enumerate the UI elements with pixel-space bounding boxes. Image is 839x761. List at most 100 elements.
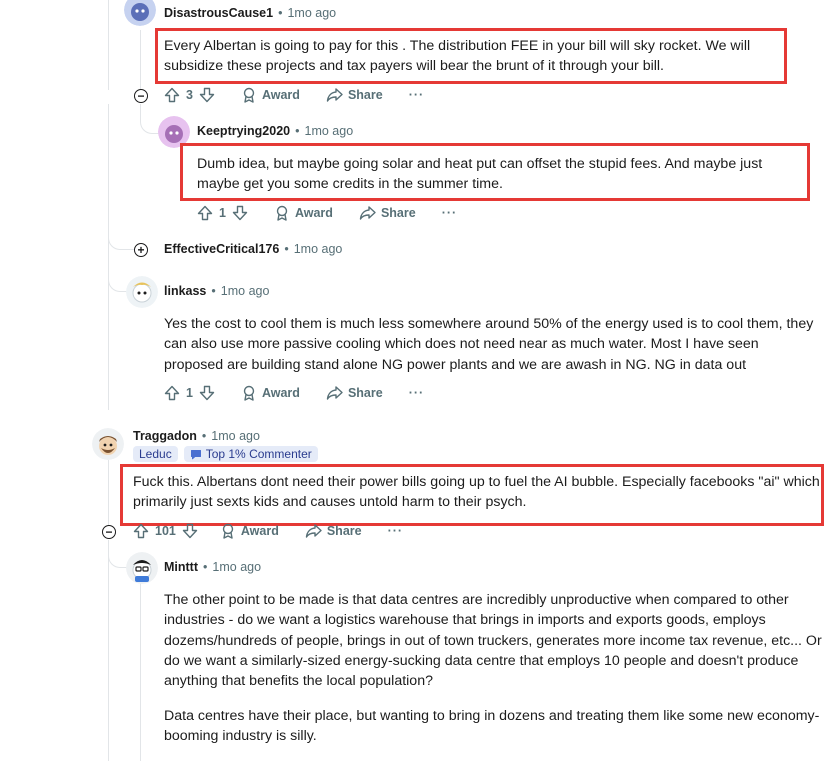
separator-dot: •: [203, 560, 208, 574]
separator-dot: •: [201, 429, 207, 443]
chat-bubble-icon: [190, 449, 201, 459]
comment-body: Yes the cost to cool them is much less s…: [164, 316, 814, 373]
vote-group: 1: [164, 385, 215, 401]
share-label: Share: [380, 206, 416, 220]
award-button[interactable]: Award: [220, 523, 279, 539]
thread-line: [108, 460, 109, 530]
more-options-button[interactable]: ···: [388, 524, 404, 538]
comment-meta: DisastrousCause1 • 1mo ago: [164, 6, 336, 20]
downvote-icon[interactable]: [232, 205, 248, 221]
award-icon: [243, 87, 255, 103]
flair-location: Leduc: [133, 446, 178, 462]
award-icon: [222, 523, 234, 539]
separator-dot: •: [284, 242, 289, 256]
collapse-thread-button[interactable]: −: [102, 525, 116, 539]
minus-icon: −: [105, 525, 113, 539]
snoo-avatar-icon: [126, 552, 158, 584]
timestamp[interactable]: 1mo ago: [294, 242, 343, 256]
vote-count: 101: [155, 524, 176, 538]
more-options-button[interactable]: ···: [409, 386, 425, 400]
highlight-box: [155, 28, 787, 84]
snoo-avatar-icon: [124, 0, 156, 26]
flair-label: Top 1% Commenter: [205, 447, 312, 461]
comment-meta: Minttt • 1mo ago: [164, 560, 261, 574]
comment-meta: Traggadon • 1mo ago: [133, 429, 260, 443]
downvote-icon[interactable]: [199, 87, 215, 103]
username[interactable]: DisastrousCause1: [164, 6, 273, 20]
vote-count: 1: [219, 206, 226, 220]
upvote-icon[interactable]: [164, 385, 180, 401]
minus-icon: −: [137, 89, 145, 103]
share-icon: [359, 206, 376, 220]
award-button[interactable]: Award: [241, 87, 300, 103]
avatar[interactable]: [92, 428, 124, 460]
upvote-icon[interactable]: [164, 87, 180, 103]
timestamp[interactable]: 1mo ago: [287, 6, 336, 20]
avatar[interactable]: [124, 0, 156, 26]
thread-line: [140, 582, 141, 761]
award-label: Award: [261, 386, 300, 400]
collapse-thread-button[interactable]: −: [134, 89, 148, 103]
snoo-avatar-icon: [126, 276, 158, 308]
comment-actions: 101 Award Share ···: [133, 523, 403, 539]
share-button[interactable]: Share: [326, 385, 383, 401]
separator-dot: •: [295, 124, 300, 138]
separator-dot: •: [211, 284, 216, 298]
timestamp[interactable]: 1mo ago: [211, 429, 260, 443]
username[interactable]: linkass: [164, 284, 206, 298]
downvote-icon[interactable]: [199, 385, 215, 401]
vote-count: 1: [186, 386, 193, 400]
vote-group: 101: [133, 523, 198, 539]
flair-top-commenter: Top 1% Commenter: [183, 446, 318, 462]
comment-body-paragraph: Data centres have their place, but wanti…: [164, 708, 820, 745]
award-icon: [243, 385, 255, 401]
username[interactable]: Traggadon: [133, 429, 197, 443]
comment-actions: 1 Award Share ···: [164, 385, 424, 401]
thread-line: [108, 104, 109, 410]
share-button[interactable]: Share: [326, 87, 383, 103]
vote-group: 3: [164, 87, 215, 103]
upvote-icon[interactable]: [133, 523, 149, 539]
share-button[interactable]: Share: [305, 523, 362, 539]
comment-meta: Keeptrying2020 • 1mo ago: [197, 124, 353, 138]
username[interactable]: EffectiveCritical176: [164, 242, 279, 256]
comment-body-paragraph: The other point to be made is that data …: [164, 592, 822, 690]
avatar[interactable]: [126, 276, 158, 308]
award-label: Award: [261, 88, 300, 102]
award-button[interactable]: Award: [274, 205, 333, 221]
expand-thread-button[interactable]: +: [134, 243, 148, 257]
share-label: Share: [326, 524, 362, 538]
award-label: Award: [294, 206, 333, 220]
vote-count: 3: [186, 88, 193, 102]
more-options-button[interactable]: ···: [442, 206, 458, 220]
share-label: Share: [347, 88, 383, 102]
share-button[interactable]: Share: [359, 205, 416, 221]
snoo-avatar-icon: [92, 428, 124, 460]
vote-group: 1: [197, 205, 248, 221]
award-label: Award: [240, 524, 279, 538]
user-flairs: Leduc Top 1% Commenter: [133, 446, 324, 462]
downvote-icon[interactable]: [182, 523, 198, 539]
share-label: Share: [347, 386, 383, 400]
comment-meta: EffectiveCritical176 • 1mo ago: [164, 242, 342, 256]
comment-meta: linkass • 1mo ago: [164, 284, 269, 298]
thread-line: [108, 540, 109, 761]
avatar[interactable]: [126, 552, 158, 584]
timestamp[interactable]: 1mo ago: [212, 560, 261, 574]
share-icon: [326, 88, 343, 102]
thread-connector: [108, 220, 136, 250]
timestamp[interactable]: 1mo ago: [305, 124, 354, 138]
comment-actions: 3 Award Share ···: [164, 87, 424, 103]
highlight-box: [180, 143, 810, 201]
award-button[interactable]: Award: [241, 385, 300, 401]
share-icon: [326, 386, 343, 400]
timestamp[interactable]: 1mo ago: [221, 284, 270, 298]
separator-dot: •: [278, 6, 283, 20]
username[interactable]: Minttt: [164, 560, 198, 574]
thread-line: [140, 30, 141, 90]
upvote-icon[interactable]: [197, 205, 213, 221]
comment-actions: 1 Award Share ···: [197, 205, 457, 221]
username[interactable]: Keeptrying2020: [197, 124, 290, 138]
highlight-box: [120, 464, 824, 526]
more-options-button[interactable]: ···: [409, 88, 425, 102]
